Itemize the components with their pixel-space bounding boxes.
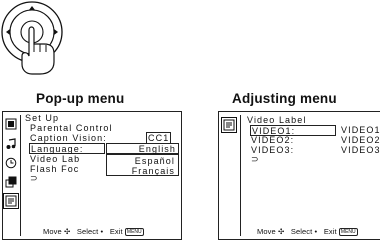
remote-joystick-illustration xyxy=(0,0,80,78)
joystick-hand-icon xyxy=(1,1,63,75)
select-button-icon: • xyxy=(314,227,318,236)
back-return-icon[interactable]: ⊃ xyxy=(30,173,39,183)
select-button-icon: • xyxy=(100,227,104,236)
menu-key-icon: MENU xyxy=(338,228,358,236)
timer-clock-icon xyxy=(5,157,17,169)
adjusting-menu-screen: Video Label VIDEO1: VIDEO1 VIDEO2: VIDEO… xyxy=(218,111,380,240)
footer-select-label: Select xyxy=(290,227,313,236)
menu-title: Set Up xyxy=(25,113,60,123)
popup-menu-heading: Pop-up menu xyxy=(36,91,125,106)
menu-footer-guide: Move ✣ Select • Exit MENU xyxy=(257,227,358,236)
menu-item-video-label[interactable]: Video Lab xyxy=(30,154,80,164)
language-popup-list: Español Français xyxy=(106,154,179,176)
menu-footer-guide: Move ✣ Select • Exit MENU xyxy=(43,227,144,236)
menu-item-caption-vision[interactable]: Caption Vision: xyxy=(30,133,107,143)
video2-value[interactable]: VIDEO2 xyxy=(341,135,380,145)
back-return-icon[interactable]: ⊃ xyxy=(251,154,260,164)
move-joystick-icon: ✣ xyxy=(63,227,71,236)
menu-item-language[interactable]: Language: xyxy=(29,143,105,154)
menu-item-video2[interactable]: VIDEO2: xyxy=(251,135,294,145)
adjusting-menu-heading: Adjusting menu xyxy=(232,91,337,106)
menu-item-language-label: Language: xyxy=(31,144,84,154)
language-option-espanol[interactable]: Español xyxy=(135,156,175,166)
language-option-francais[interactable]: Français xyxy=(132,166,175,176)
setup-icon xyxy=(3,193,19,209)
menu-key-icon: MENU xyxy=(124,228,144,236)
setup-icon xyxy=(221,117,237,133)
footer-exit-label: Exit xyxy=(323,227,337,236)
menu-item-parental-control[interactable]: Parental Control xyxy=(30,123,113,133)
video1-value[interactable]: VIDEO1 xyxy=(341,125,380,135)
video3-value[interactable]: VIDEO3 xyxy=(341,145,380,155)
sound-note-icon xyxy=(5,138,17,150)
footer-move-label: Move xyxy=(257,227,276,236)
move-joystick-icon: ✣ xyxy=(277,227,285,236)
footer-exit-label: Exit xyxy=(109,227,123,236)
language-value-selected[interactable]: English xyxy=(106,143,179,154)
menu-title: Video Label xyxy=(247,115,307,125)
tv-picture-icon xyxy=(5,118,17,130)
channel-stack-icon xyxy=(5,176,17,188)
footer-select-label: Select xyxy=(76,227,99,236)
footer-move-label: Move xyxy=(43,227,62,236)
popup-menu-screen: Set Up Parental Control Caption Vision: … xyxy=(2,111,182,240)
